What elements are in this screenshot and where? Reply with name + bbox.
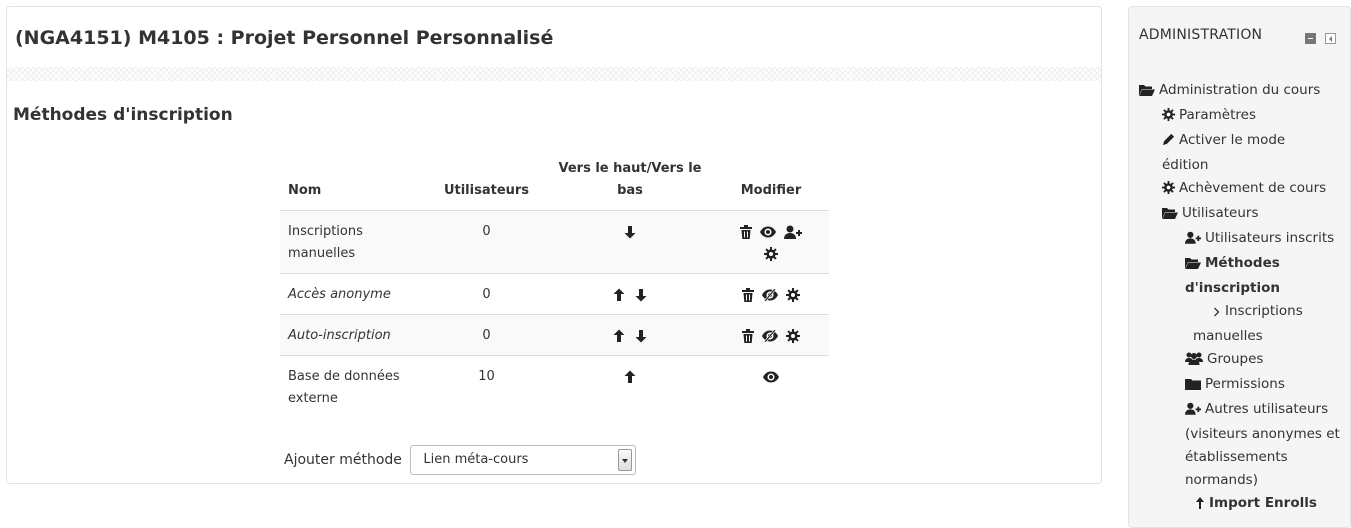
admin-item-enrol-methods[interactable]: Méthodes d'inscription — [1129, 252, 1305, 300]
eye-icon[interactable] — [760, 226, 776, 238]
add-method-label: Ajouter méthode — [284, 452, 402, 468]
add-method-select[interactable]: Lien méta-cours — [410, 445, 637, 475]
admin-item-completion[interactable]: Achèvement de cours — [1129, 177, 1350, 202]
hide-block-icon[interactable] — [1304, 33, 1316, 44]
table-row: Auto-inscription 0 — [280, 314, 829, 356]
admin-item-permissions[interactable]: Permissions — [1129, 373, 1350, 398]
method-name: Inscriptions manuelles — [280, 210, 426, 274]
admin-tree: Administration du cours Paramètres Activ… — [1129, 79, 1350, 517]
admin-item-manual-enrol[interactable]: Inscriptions manuelles — [1129, 300, 1333, 348]
folder-open-icon — [1185, 254, 1201, 277]
method-users: 0 — [426, 210, 547, 274]
admin-item-edit-mode[interactable]: Activer le mode édition — [1129, 129, 1332, 177]
gear-icon[interactable] — [786, 328, 801, 343]
admin-item-enrolled-users[interactable]: Utilisateurs inscrits — [1129, 227, 1350, 252]
chevron-down-icon[interactable] — [618, 449, 633, 471]
arrow-up-icon[interactable] — [612, 329, 626, 343]
section-title: Méthodes d'inscription — [13, 105, 233, 125]
arrow-down-icon[interactable] — [634, 288, 648, 302]
dock-block-icon[interactable] — [1325, 33, 1336, 44]
method-users: 0 — [426, 273, 547, 315]
delete-icon[interactable] — [741, 328, 754, 343]
eye-slash-icon[interactable] — [762, 329, 778, 342]
folder-open-icon — [1162, 204, 1178, 227]
delete-icon[interactable] — [739, 224, 752, 239]
arrow-down-icon[interactable] — [634, 329, 648, 343]
gear-icon — [1162, 106, 1175, 129]
page-title: (NGA4151) M4105 : Projet Personnel Perso… — [15, 27, 554, 49]
table-row: Accès anonyme 0 — [280, 273, 829, 315]
enrol-methods-table: Nom Utilisateurs Vers le haut/Vers le ba… — [280, 158, 829, 418]
eye-slash-icon[interactable] — [762, 288, 778, 301]
col-header-edit: Modifier — [740, 183, 802, 198]
admin-item-users[interactable]: Utilisateurs — [1129, 202, 1350, 227]
arrow-up-icon[interactable] — [612, 288, 626, 302]
method-name: Accès anonyme — [280, 273, 426, 315]
admin-block-title: ADMINISTRATION — [1139, 27, 1263, 43]
table-row: Inscriptions manuelles 0 — [280, 210, 829, 274]
chevron-right-icon — [1213, 302, 1221, 325]
gear-icon[interactable] — [764, 246, 778, 261]
folder-open-icon — [1139, 81, 1155, 104]
folder-icon — [1185, 375, 1201, 398]
gear-icon — [1162, 179, 1175, 202]
method-users: 0 — [426, 314, 547, 356]
delete-icon[interactable] — [741, 287, 754, 302]
table-row: Base de données externe 10 — [280, 355, 829, 418]
eye-icon[interactable] — [763, 371, 779, 383]
admin-item-groups[interactable]: Groupes — [1129, 348, 1350, 373]
enrol-user-icon[interactable] — [784, 225, 803, 239]
enrol-user-icon — [1185, 229, 1201, 252]
admin-item-settings[interactable]: Paramètres — [1129, 104, 1350, 129]
admin-item-other-users[interactable]: Autres utilisateurs (visiteurs anonymes … — [1129, 398, 1345, 492]
add-method-form: Ajouter méthode Lien méta-cours — [284, 445, 637, 475]
add-method-selected: Lien méta-cours — [423, 452, 529, 467]
pencil-icon — [1162, 131, 1175, 154]
arrow-up-icon — [1195, 494, 1205, 517]
header-divider — [7, 67, 1101, 81]
arrow-up-icon[interactable] — [623, 370, 637, 384]
users-icon — [1185, 350, 1203, 373]
col-header-users: Utilisateurs — [443, 183, 530, 198]
arrow-down-icon[interactable] — [623, 225, 637, 239]
col-header-updown: Vers le haut/Vers le bas — [558, 161, 702, 198]
admin-item-course-admin[interactable]: Administration du cours — [1129, 79, 1350, 104]
admin-block: ADMINISTRATION Administration du cours P… — [1128, 6, 1351, 528]
method-users: 10 — [426, 355, 547, 418]
method-name: Base de données externe — [280, 355, 426, 418]
gear-icon[interactable] — [786, 287, 801, 302]
method-name: Auto-inscription — [280, 314, 426, 356]
admin-item-import-enrolls[interactable]: Import Enrolls — [1129, 492, 1350, 517]
enrol-user-icon — [1185, 400, 1201, 423]
col-header-name: Nom — [288, 183, 322, 198]
